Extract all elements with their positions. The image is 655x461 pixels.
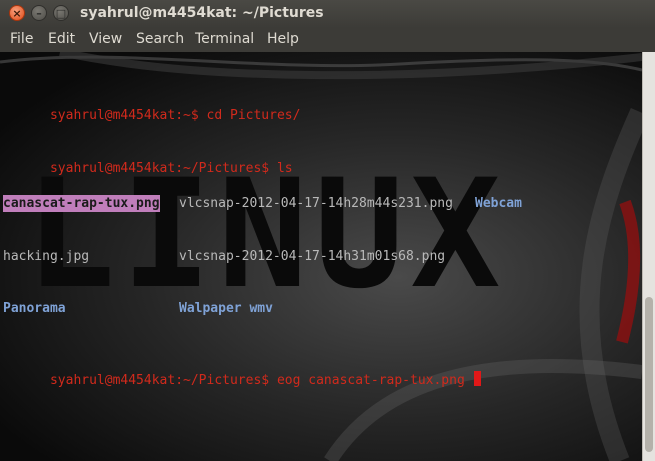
shell-command: eog canascat-rap-tux.png (269, 372, 473, 388)
text-cursor (473, 370, 481, 386)
window-title: syahrul@m4454kat: ~/Pictures (80, 5, 324, 21)
minimize-button[interactable]: – (31, 5, 47, 21)
menu-terminal[interactable]: Terminal (195, 31, 254, 47)
ls-output-row: Panorama Walpaper wmv (3, 300, 481, 318)
ls-entry-file: hacking.jpg (3, 248, 90, 264)
menu-file[interactable]: File (10, 31, 33, 47)
vertical-scrollbar[interactable] (642, 52, 655, 461)
title-bar: × – □ syahrul@m4454kat: ~/Pictures (0, 0, 655, 28)
menu-edit[interactable]: Edit (48, 31, 75, 47)
menu-search[interactable]: Search (136, 31, 184, 47)
shell-prompt: syahrul@m4454kat:~$ (49, 107, 199, 123)
scrollbar-thumb[interactable] (645, 297, 653, 452)
terminal-output: syahrul@m4454kat:~$ cd Pictures/ syahrul… (3, 54, 522, 406)
menu-bar: File Edit View Search Terminal Help (0, 28, 655, 52)
terminal-line: syahrul@m4454kat:~/Pictures$ ls (3, 142, 481, 176)
shell-prompt: syahrul@m4454kat:~/Pictures$ (49, 160, 270, 176)
menu-view[interactable]: View (89, 31, 122, 47)
close-button[interactable]: × (9, 5, 25, 21)
terminal-line: syahrul@m4454kat:~$ cd Pictures/ (3, 89, 481, 123)
ls-entry-file: vlcsnap-2012-04-17-14h28m44s231.png (179, 195, 453, 211)
ls-output-row: canascat-rap-tux.png vlcsnap-2012-04-17-… (3, 194, 522, 213)
ls-output-row: hacking.jpg vlcsnap-2012-04-17-14h31m01s… (3, 248, 481, 266)
terminal-line: syahrul@m4454kat:~/Pictures$ eog canasca… (3, 353, 481, 388)
ls-entry-directory: Panorama (3, 301, 66, 317)
ls-entry-directory: Webcam (475, 195, 522, 211)
ls-entry-image: canascat-rap-tux.png (3, 194, 160, 213)
menu-help[interactable]: Help (267, 31, 299, 47)
shell-prompt: syahrul@m4454kat:~/Pictures$ (49, 372, 270, 388)
terminal-area[interactable]: LINUX syahrul@m4454kat:~$ cd Pictures/ s… (0, 52, 642, 461)
maximize-button[interactable]: □ (53, 5, 69, 21)
shell-command: ls (269, 160, 293, 176)
ls-entry-directory: Walpaper wmv (179, 301, 273, 317)
shell-command: cd Pictures/ (198, 107, 301, 123)
ls-entry-file: vlcsnap-2012-04-17-14h31m01s68.png (179, 248, 446, 264)
